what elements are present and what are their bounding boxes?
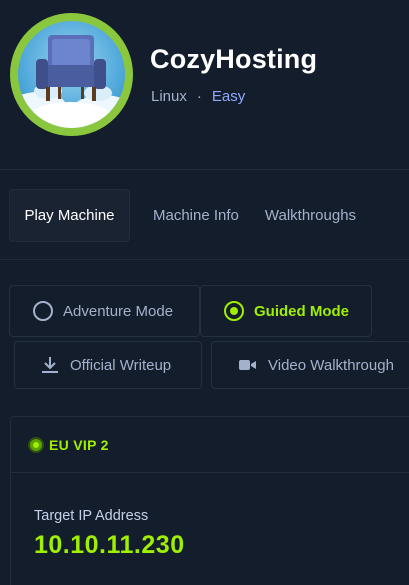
official-writeup-label: Official Writeup [70,356,172,374]
tabs-divider [0,259,409,260]
official-writeup-button[interactable]: Official Writeup [14,341,202,389]
download-icon [42,357,58,373]
machine-title: CozyHosting [150,44,318,74]
tab-machine-info[interactable]: Machine Info [140,189,252,242]
machine-header: CozyHosting Linux · Easy [0,0,409,170]
tab-play-machine[interactable]: Play Machine [9,189,130,242]
video-camera-icon [239,360,256,370]
header-divider [0,169,409,170]
machine-meta: Linux · Easy [151,88,245,105]
guided-mode-label: Guided Mode [254,302,349,320]
difficulty-badge: Easy [211,88,246,105]
guided-radio-icon[interactable] [224,301,244,321]
video-walkthrough-label: Video Walkthrough [268,356,394,374]
armchair-cloud-image [18,21,125,128]
adventure-mode-option[interactable]: Adventure Mode [9,285,200,337]
video-walkthrough-button[interactable]: Video Walkthrough [211,341,409,389]
meta-separator: · [196,88,202,105]
server-name: EU VIP 2 [49,436,109,453]
machine-avatar [10,13,133,136]
resource-links: Official Writeup Video Walkthrough [14,341,409,389]
tab-walkthroughs[interactable]: Walkthroughs [252,189,369,242]
connection-panel: EU VIP 2 Target IP Address 10.10.11.230 [10,416,409,585]
guided-mode-option[interactable]: Guided Mode [200,285,372,337]
online-status-icon [30,438,42,451]
adventure-mode-label: Adventure Mode [63,302,174,320]
machine-tabs: Play Machine Machine Info Walkthroughs [9,189,369,242]
target-ip-label: Target IP Address [34,508,149,524]
target-ip-value[interactable]: 10.10.11.230 [34,531,185,560]
adventure-radio-icon[interactable] [33,301,53,321]
server-header: EU VIP 2 [11,417,409,473]
machine-os: Linux [151,88,187,105]
mode-selector: Adventure Mode Guided Mode [9,285,372,337]
